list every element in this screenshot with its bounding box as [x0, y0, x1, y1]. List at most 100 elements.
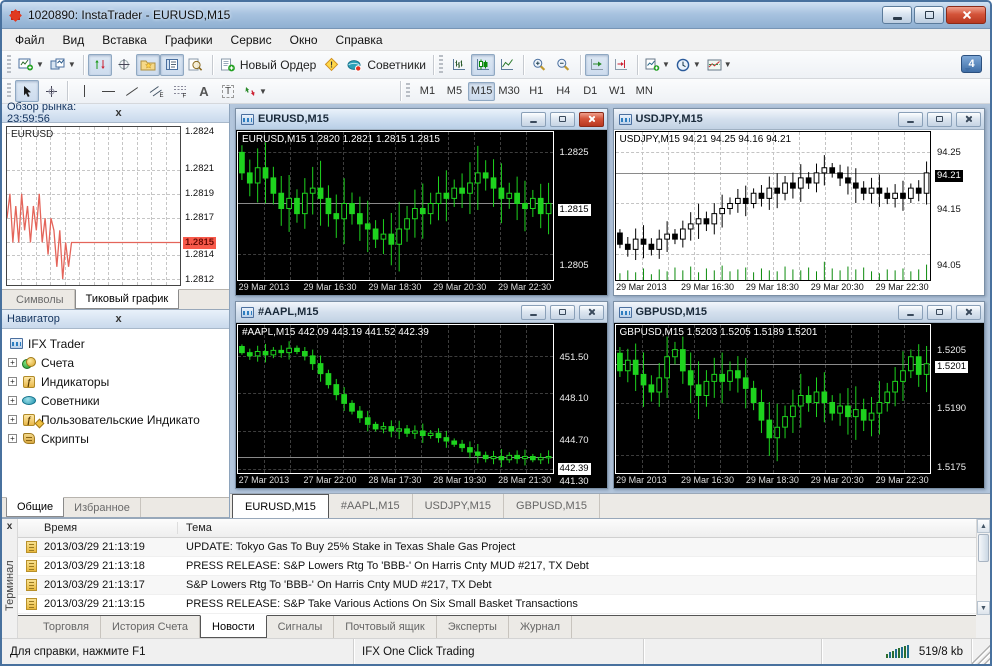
news-row[interactable]: 2013/03/29 21:13:17 S&P Lowers Rtg To 'BB… [18, 576, 976, 595]
resize-grip[interactable] [972, 639, 990, 664]
chart-plot[interactable]: EURUSD,M15 1.2820 1.2821 1.2815 1.2815 [237, 131, 554, 281]
timeframe-button-m5[interactable]: M5 [441, 82, 468, 101]
tree-item-indicators[interactable]: + f Индикаторы [8, 372, 227, 391]
close-icon[interactable]: x [113, 313, 225, 325]
tab-symbols[interactable]: Символы [6, 290, 75, 309]
chart-window-titlebar[interactable]: #AAPL,M15 [236, 302, 607, 323]
tick-chart[interactable]: EURUSD 1.2824 1.2821 1.2819 1.2817 1.2815 1.2… [6, 126, 229, 286]
restore-button[interactable] [549, 304, 575, 320]
one-click-trading-toggle[interactable]: IFX One Click Trading [354, 639, 644, 664]
periods-button[interactable]: ▼ [673, 54, 704, 76]
bar-chart-button[interactable] [447, 54, 471, 76]
tab-experts[interactable]: Эксперты [437, 616, 509, 638]
tab-journal[interactable]: Журнал [509, 616, 573, 638]
crosshair-button[interactable] [39, 80, 63, 102]
scrollbar-thumb[interactable] [978, 534, 989, 562]
data-window-button[interactable] [112, 54, 136, 76]
column-header-topic[interactable]: Тема [178, 522, 976, 534]
tree-item-custom-indicators[interactable]: + f Пользовательские Индикато [8, 410, 227, 429]
expand-icon[interactable]: + [8, 358, 17, 367]
menu-charts[interactable]: Графики [156, 31, 222, 49]
tab-trade[interactable]: Торговля [32, 616, 101, 638]
news-row[interactable]: 2013/03/29 21:13:19 UPDATE: Tokyo Gas To … [18, 538, 976, 557]
news-row[interactable]: 2013/03/29 21:13:18 PRESS RELEASE: S&P Lo… [18, 557, 976, 576]
news-scrollbar[interactable]: ▲ ▼ [976, 519, 990, 615]
expand-icon[interactable]: + [8, 434, 17, 443]
tree-item-scripts[interactable]: + Скрипты [8, 429, 227, 448]
chart-tab-aapl[interactable]: #AAPL,M15 [329, 494, 413, 518]
candlestick-chart-button[interactable] [470, 53, 495, 76]
minimize-button[interactable] [898, 111, 923, 127]
expand-icon[interactable]: + [8, 396, 17, 405]
chart-window-titlebar[interactable]: EURUSD,M15 [236, 109, 607, 130]
tab-account-history[interactable]: История Счета [101, 616, 201, 638]
close-button[interactable] [946, 6, 986, 24]
close-button[interactable] [578, 111, 604, 127]
profiles-button[interactable]: ▼ [47, 54, 79, 76]
timeframe-button-h4[interactable]: H4 [550, 82, 577, 101]
strategy-tester-button[interactable] [184, 54, 208, 76]
warning-diamond-button[interactable]: ! [319, 54, 343, 76]
chart-tab-eurusd[interactable]: EURUSD,M15 [232, 494, 329, 519]
timeframe-button-m1[interactable]: M1 [414, 82, 441, 101]
close-icon[interactable]: x [7, 519, 13, 534]
toolbar-grip[interactable] [438, 55, 443, 74]
chart-window-usdjpy[interactable]: USDJPY,M15 USDJPY,M15 94.21 94.25 94.16 … [612, 108, 985, 296]
chart-window-titlebar[interactable]: GBPUSD,M15 [613, 302, 984, 323]
chart-plot[interactable]: GBPUSD,M15 1.5203 1.5205 1.5189 1.5201 [614, 324, 931, 474]
toolbar-grip[interactable] [7, 55, 11, 74]
column-header-time[interactable]: Время [18, 522, 178, 534]
trendline-button[interactable] [120, 80, 144, 102]
timeframe-button-m15[interactable]: M15 [467, 81, 496, 101]
chart-window-aapl[interactable]: #AAPL,M15 #AAPL,M15 442.09 443.19 441.52… [235, 301, 608, 489]
tree-item-advisors[interactable]: + Советники [8, 391, 227, 410]
cursor-button[interactable] [15, 80, 39, 102]
menu-file[interactable]: Файл [6, 31, 54, 49]
horizontal-line-button[interactable] [96, 80, 120, 102]
menu-help[interactable]: Справка [327, 31, 392, 49]
menu-window[interactable]: Окно [281, 31, 327, 49]
templates-button[interactable]: ▼ [704, 54, 735, 76]
title-bar[interactable]: 1020890: InstaTrader - EURUSD,M15 [2, 2, 990, 29]
chart-window-eurusd[interactable]: EURUSD,M15 EURUSD,M15 1.2820 1.2821 1.28… [235, 108, 608, 296]
arrows-button[interactable]: ▼ [240, 80, 270, 102]
tab-tick-chart[interactable]: Тиковый график [74, 289, 180, 309]
chart-shift-toggle[interactable] [609, 54, 633, 76]
new-order-button[interactable]: Новый Ордер [217, 54, 319, 76]
toolbar-grip[interactable] [405, 82, 410, 100]
expand-icon[interactable]: + [8, 415, 17, 424]
tree-root-ifx-trader[interactable]: IFX Trader [8, 334, 227, 353]
navigator-toggle[interactable] [135, 53, 160, 76]
chart-window-titlebar[interactable]: USDJPY,M15 [613, 109, 984, 130]
zoom-in-button[interactable] [528, 54, 552, 76]
timeframe-button-mn[interactable]: MN [631, 82, 658, 101]
chart-plot[interactable]: USDJPY,M15 94.21 94.25 94.16 94.21 [614, 131, 931, 281]
market-watch-toggle[interactable] [87, 53, 112, 76]
restore-button[interactable] [927, 304, 952, 320]
minimize-button[interactable] [520, 111, 546, 127]
close-button[interactable] [578, 304, 604, 320]
expert-advisors-button[interactable]: Советники [343, 54, 429, 76]
tab-mailbox[interactable]: Почтовый ящик [334, 616, 437, 638]
minimize-button[interactable] [520, 304, 546, 320]
indicators-button[interactable]: ▼ [642, 54, 673, 76]
restore-button[interactable] [914, 6, 944, 24]
timeframe-button-h1[interactable]: H1 [523, 82, 550, 101]
tab-news[interactable]: Новости [200, 615, 267, 638]
minimize-button[interactable] [882, 6, 912, 24]
tab-favorites[interactable]: Избранное [64, 498, 141, 517]
close-button[interactable] [956, 304, 981, 320]
menu-view[interactable]: Вид [54, 31, 94, 49]
tab-signals[interactable]: Сигналы [267, 616, 335, 638]
restore-button[interactable] [927, 111, 952, 127]
timeframe-button-d1[interactable]: D1 [577, 82, 604, 101]
menu-tools[interactable]: Сервис [222, 31, 281, 49]
text-button[interactable]: A [192, 80, 216, 102]
line-chart-button[interactable] [495, 54, 519, 76]
restore-button[interactable] [549, 111, 575, 127]
menu-insert[interactable]: Вставка [93, 31, 156, 49]
chart-tab-gbpusd[interactable]: GBPUSD,M15 [504, 494, 600, 518]
terminal-toggle[interactable] [159, 53, 184, 76]
tab-common[interactable]: Общие [6, 497, 65, 517]
notifications-badge[interactable]: 4 [961, 55, 982, 73]
